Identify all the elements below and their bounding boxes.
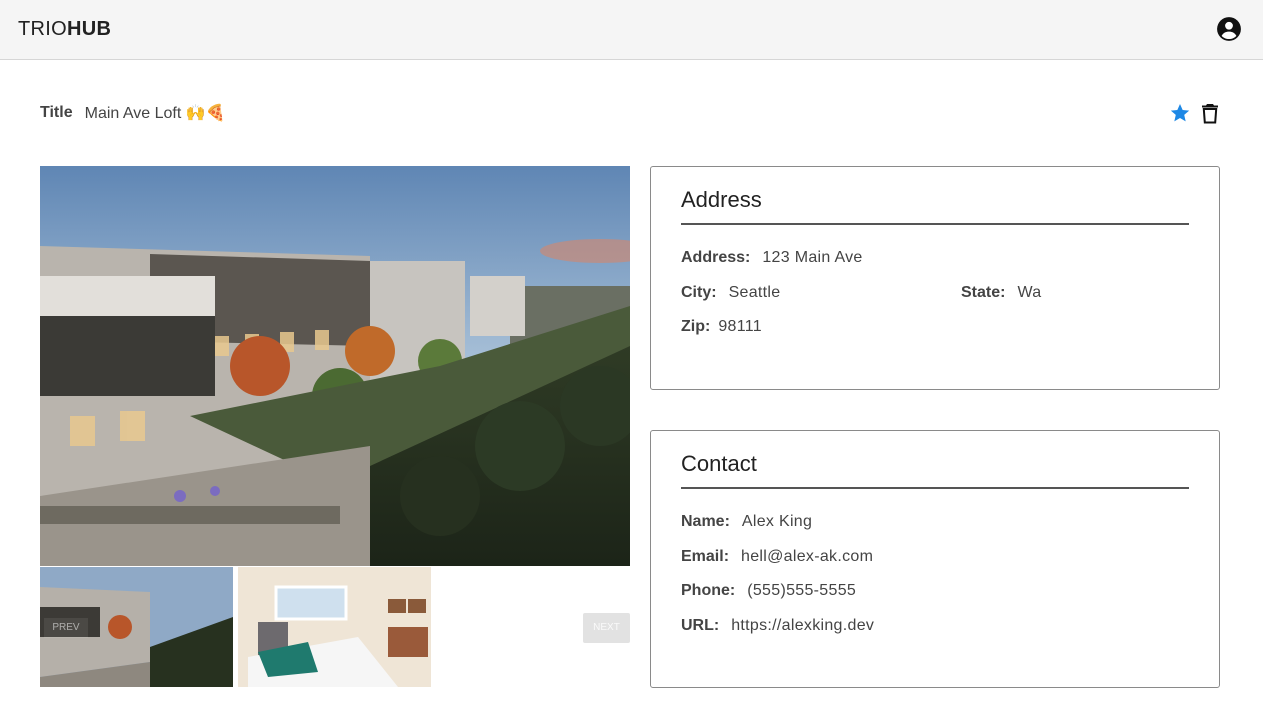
- brand-text-hub: HUB: [66, 18, 112, 40]
- name-value: Alex King: [741, 513, 813, 530]
- city-label: City:: [681, 284, 717, 301]
- address-card: Address Address: 123 Main Ave City: Seat…: [650, 166, 1220, 390]
- address-field: Address: 123 Main Ave: [681, 249, 863, 267]
- zip-field: Zip: 98111: [681, 318, 762, 336]
- brand-logo[interactable]: TRIOHUB: [18, 18, 111, 41]
- city-field: City: Seattle: [681, 284, 780, 302]
- name-label: Name:: [681, 513, 730, 530]
- gallery-next-button[interactable]: NEXT: [583, 613, 630, 643]
- listing-title-row: Title Main Ave Loft 🙌🍕: [40, 102, 226, 124]
- star-icon[interactable]: [1169, 102, 1191, 124]
- state-label: State:: [961, 284, 1006, 301]
- address-label: Address:: [681, 249, 751, 266]
- zip-label: Zip:: [681, 318, 711, 335]
- zip-value: 98111: [718, 318, 762, 335]
- thumbnail-bedroom-image: [238, 567, 431, 687]
- name-field: Name: Alex King: [681, 513, 812, 531]
- contact-heading: Contact: [681, 451, 757, 476]
- url-field: URL: https://alexking.dev: [681, 617, 874, 635]
- address-value: 123 Main Ave: [762, 249, 863, 266]
- state-value: Wa: [1017, 284, 1042, 301]
- address-heading: Address: [681, 187, 762, 212]
- brand-text-trio: TRIO: [18, 18, 67, 40]
- state-field: State: Wa: [961, 284, 1041, 302]
- account-circle-icon[interactable]: [1216, 16, 1242, 42]
- building-exterior-image: [40, 166, 630, 566]
- contact-divider: [681, 487, 1189, 489]
- gallery-prev-button[interactable]: PREV: [44, 618, 88, 638]
- phone-field: Phone: (555)555-5555: [681, 582, 856, 600]
- contact-card: Contact Name: Alex King Email: hell@alex…: [650, 430, 1220, 688]
- phone-value: (555)555-5555: [747, 582, 857, 599]
- email-label: Email:: [681, 548, 730, 565]
- phone-label: Phone:: [681, 582, 736, 599]
- top-app-bar: TRIOHUB: [0, 0, 1263, 60]
- listing-title: Main Ave Loft 🙌🍕: [84, 105, 226, 122]
- url-label: URL:: [681, 617, 720, 634]
- email-field: Email: hell@alex-ak.com: [681, 548, 873, 566]
- trash-icon[interactable]: [1200, 102, 1220, 124]
- city-value: Seattle: [728, 284, 781, 301]
- email-value: hell@alex-ak.com: [741, 548, 874, 565]
- title-label: Title: [40, 104, 73, 121]
- main-listing-photo: [40, 166, 630, 566]
- url-value[interactable]: https://alexking.dev: [731, 617, 874, 635]
- address-divider: [681, 223, 1189, 225]
- thumbnail-bedroom[interactable]: [238, 567, 431, 687]
